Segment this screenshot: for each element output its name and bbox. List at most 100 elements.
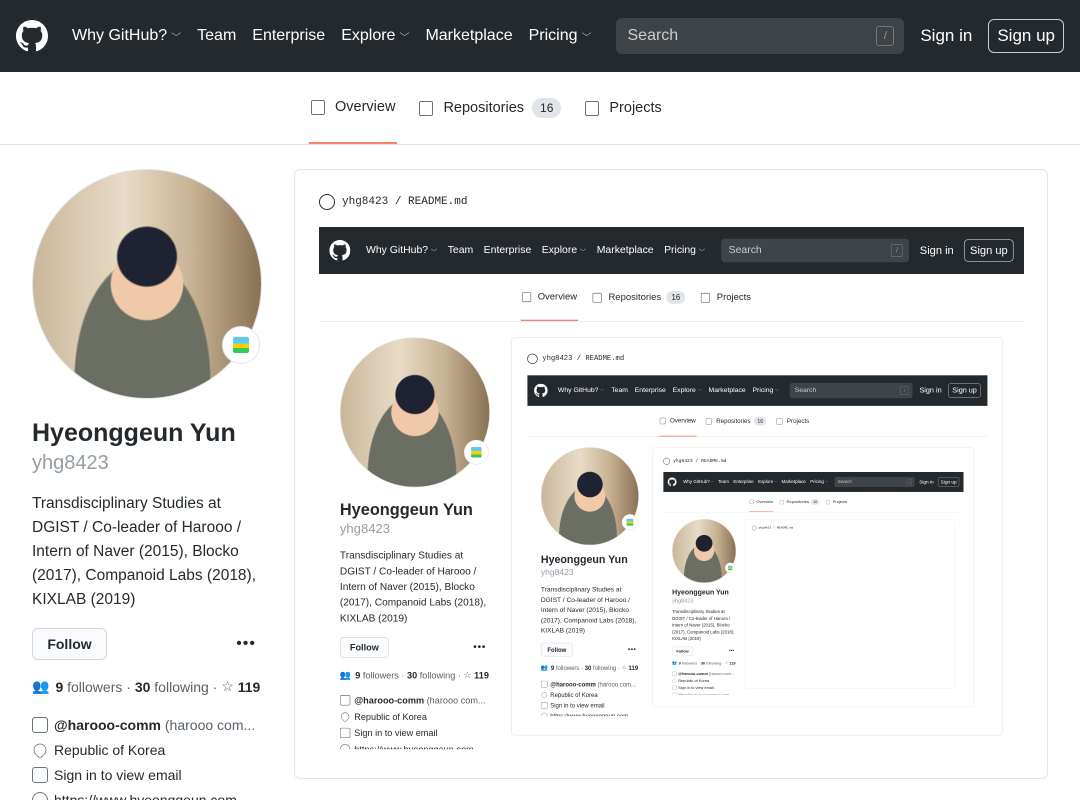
nav-label: Why GitHub? [366,244,429,256]
search-placeholder: Search [794,386,817,394]
tab-label: Projects [609,100,662,116]
page: Why GitHub? ﹀ Team Enterprise Explore ﹀ Ma… [0,0,1080,800]
followers-label: followers [362,669,399,681]
profile-name: Hyeonggeun Yun [540,553,628,566]
chevron-down-icon: ﹀ [600,389,605,394]
sign-in-link: Sign in [919,479,934,485]
follow-row: Follow ••• [339,636,490,658]
email-link[interactable]: Sign in to view email [54,767,182,783]
readme-card: yhg8423 / README.md Why GitHub? ﹀ Team En… [652,447,974,708]
location-text: Republic of Korea [54,742,166,758]
profile-tabs: Overview Repositories 16 Projects [0,72,1080,145]
readme-file[interactable]: README.md [408,196,467,208]
tab-label: Projects [832,499,848,505]
tab-label: Repositories [716,417,751,425]
nav-label: Pricing [810,479,824,485]
location-icon [32,742,50,758]
org-link: @harooo-comm [354,695,425,706]
sign-in-link[interactable]: Sign in [920,26,972,46]
project-icon [585,100,600,116]
more-options-icon[interactable]: ••• [236,635,256,653]
follow-stats: 👥 9 followers · 30 following · ☆ 119 [541,664,639,671]
smiley-icon [751,525,757,531]
separator: · [457,669,461,681]
separator: · [617,664,620,672]
status-emoji-icon[interactable] [222,326,260,364]
status-emoji-icon [463,439,489,465]
tab-overview: Overview [658,406,697,437]
star-icon: ☆ [724,660,729,665]
nav-explore: Explore ﹀ [542,245,587,257]
nav-label: Why GitHub? [683,479,710,485]
readme-slash: / [695,458,699,464]
readme-user: yhg8423 [542,354,573,363]
avatar[interactable] [32,169,262,399]
org-link[interactable]: @harooo-comm [54,717,161,733]
followers-count[interactable]: 9 [55,679,63,695]
location-icon [540,691,549,699]
tab-repositories: Repositories 16 [705,406,767,437]
nav-label: Enterprise [252,27,326,44]
follow-button[interactable]: Follow [32,628,107,660]
sign-up-button: Sign up [948,383,981,398]
sign-in-link: Sign in [919,243,954,257]
follow-stats: 👥 9 followers · 30 following · ☆ 119 [340,670,490,681]
chevron-down-icon: ﹀ [581,32,592,44]
tab-label: Projects [786,417,810,425]
nav-why-github[interactable]: Why GitHub? ﹀ [72,27,181,45]
website-link[interactable]: https://www.hyeonggeun.com [54,792,237,800]
email-detail: Sign in to view email [32,767,262,783]
nav-team[interactable]: Team [197,27,236,45]
nav-pricing: Pricing ﹀ [664,245,705,257]
nav-enterprise[interactable]: Enterprise [252,27,325,45]
separator: · [401,669,405,681]
tab-repositories[interactable]: Repositories 16 [417,72,563,144]
profile-bio: Transdisciplinary Studies at DGIST / Co-… [540,586,637,635]
follow-stats: 👥 9 followers · 30 following · ☆ 119 [32,678,262,695]
tab-projects[interactable]: Projects [583,72,663,144]
separator: · [126,678,131,695]
following-count: 30 [584,664,592,672]
org-detail: @harooo-comm (harooo com... [672,671,736,676]
following-label[interactable]: following [154,679,208,695]
search-placeholder: Search [728,244,762,256]
mail-icon [32,767,48,783]
readme-user[interactable]: yhg8423 [342,196,388,208]
org-subtext: (harooo com... [597,680,636,688]
tab-overview[interactable]: Overview [309,72,398,144]
chevron-down-icon: ﹀ [171,32,182,44]
readme-card: yhg8423 / README.md [744,518,955,689]
readme-card: yhg8423 / README.md Why GitHub? ﹀ Team En… [294,169,1048,779]
people-icon: 👥 [672,660,677,665]
separator: · [698,660,700,666]
tab-repositories: Repositories 16 [592,274,687,321]
separator: · [581,664,584,672]
nav-marketplace[interactable]: Marketplace [425,27,512,45]
profile-name: Hyeonggeun Yun [32,419,236,447]
nav-label: Pricing [752,386,774,394]
book-icon [522,291,532,302]
chevron-down-icon: ﹀ [774,480,778,485]
star-icon: ☆ [463,669,472,681]
readme-user: yhg8423 [672,458,693,464]
tab-repositories: Repositories 16 [779,492,820,512]
nav-explore[interactable]: Explore ﹀ [341,27,409,45]
sign-up-button[interactable]: Sign up [988,19,1064,53]
avatar [540,447,639,546]
website-detail: https://www.hyeonggeun.com [540,712,639,717]
github-logo-icon [667,477,677,487]
followers-count: 9 [678,660,681,666]
top-header: Why GitHub? ﹀ Team Enterprise Explore ﹀ Ma… [0,0,1080,72]
status-emoji-icon [724,562,736,574]
follow-button: Follow [672,646,693,656]
nav-pricing[interactable]: Pricing ﹀ [529,27,592,45]
followers-label[interactable]: followers [67,679,122,695]
search-input[interactable]: Search / [615,18,905,54]
stars-count[interactable]: 119 [238,679,261,695]
link-icon [672,692,677,695]
github-logo-icon[interactable] [16,20,48,52]
more-options-icon: ••• [473,641,487,653]
location-text: Republic of Korea [550,691,598,699]
following-count[interactable]: 30 [135,679,151,695]
project-icon [776,418,783,425]
